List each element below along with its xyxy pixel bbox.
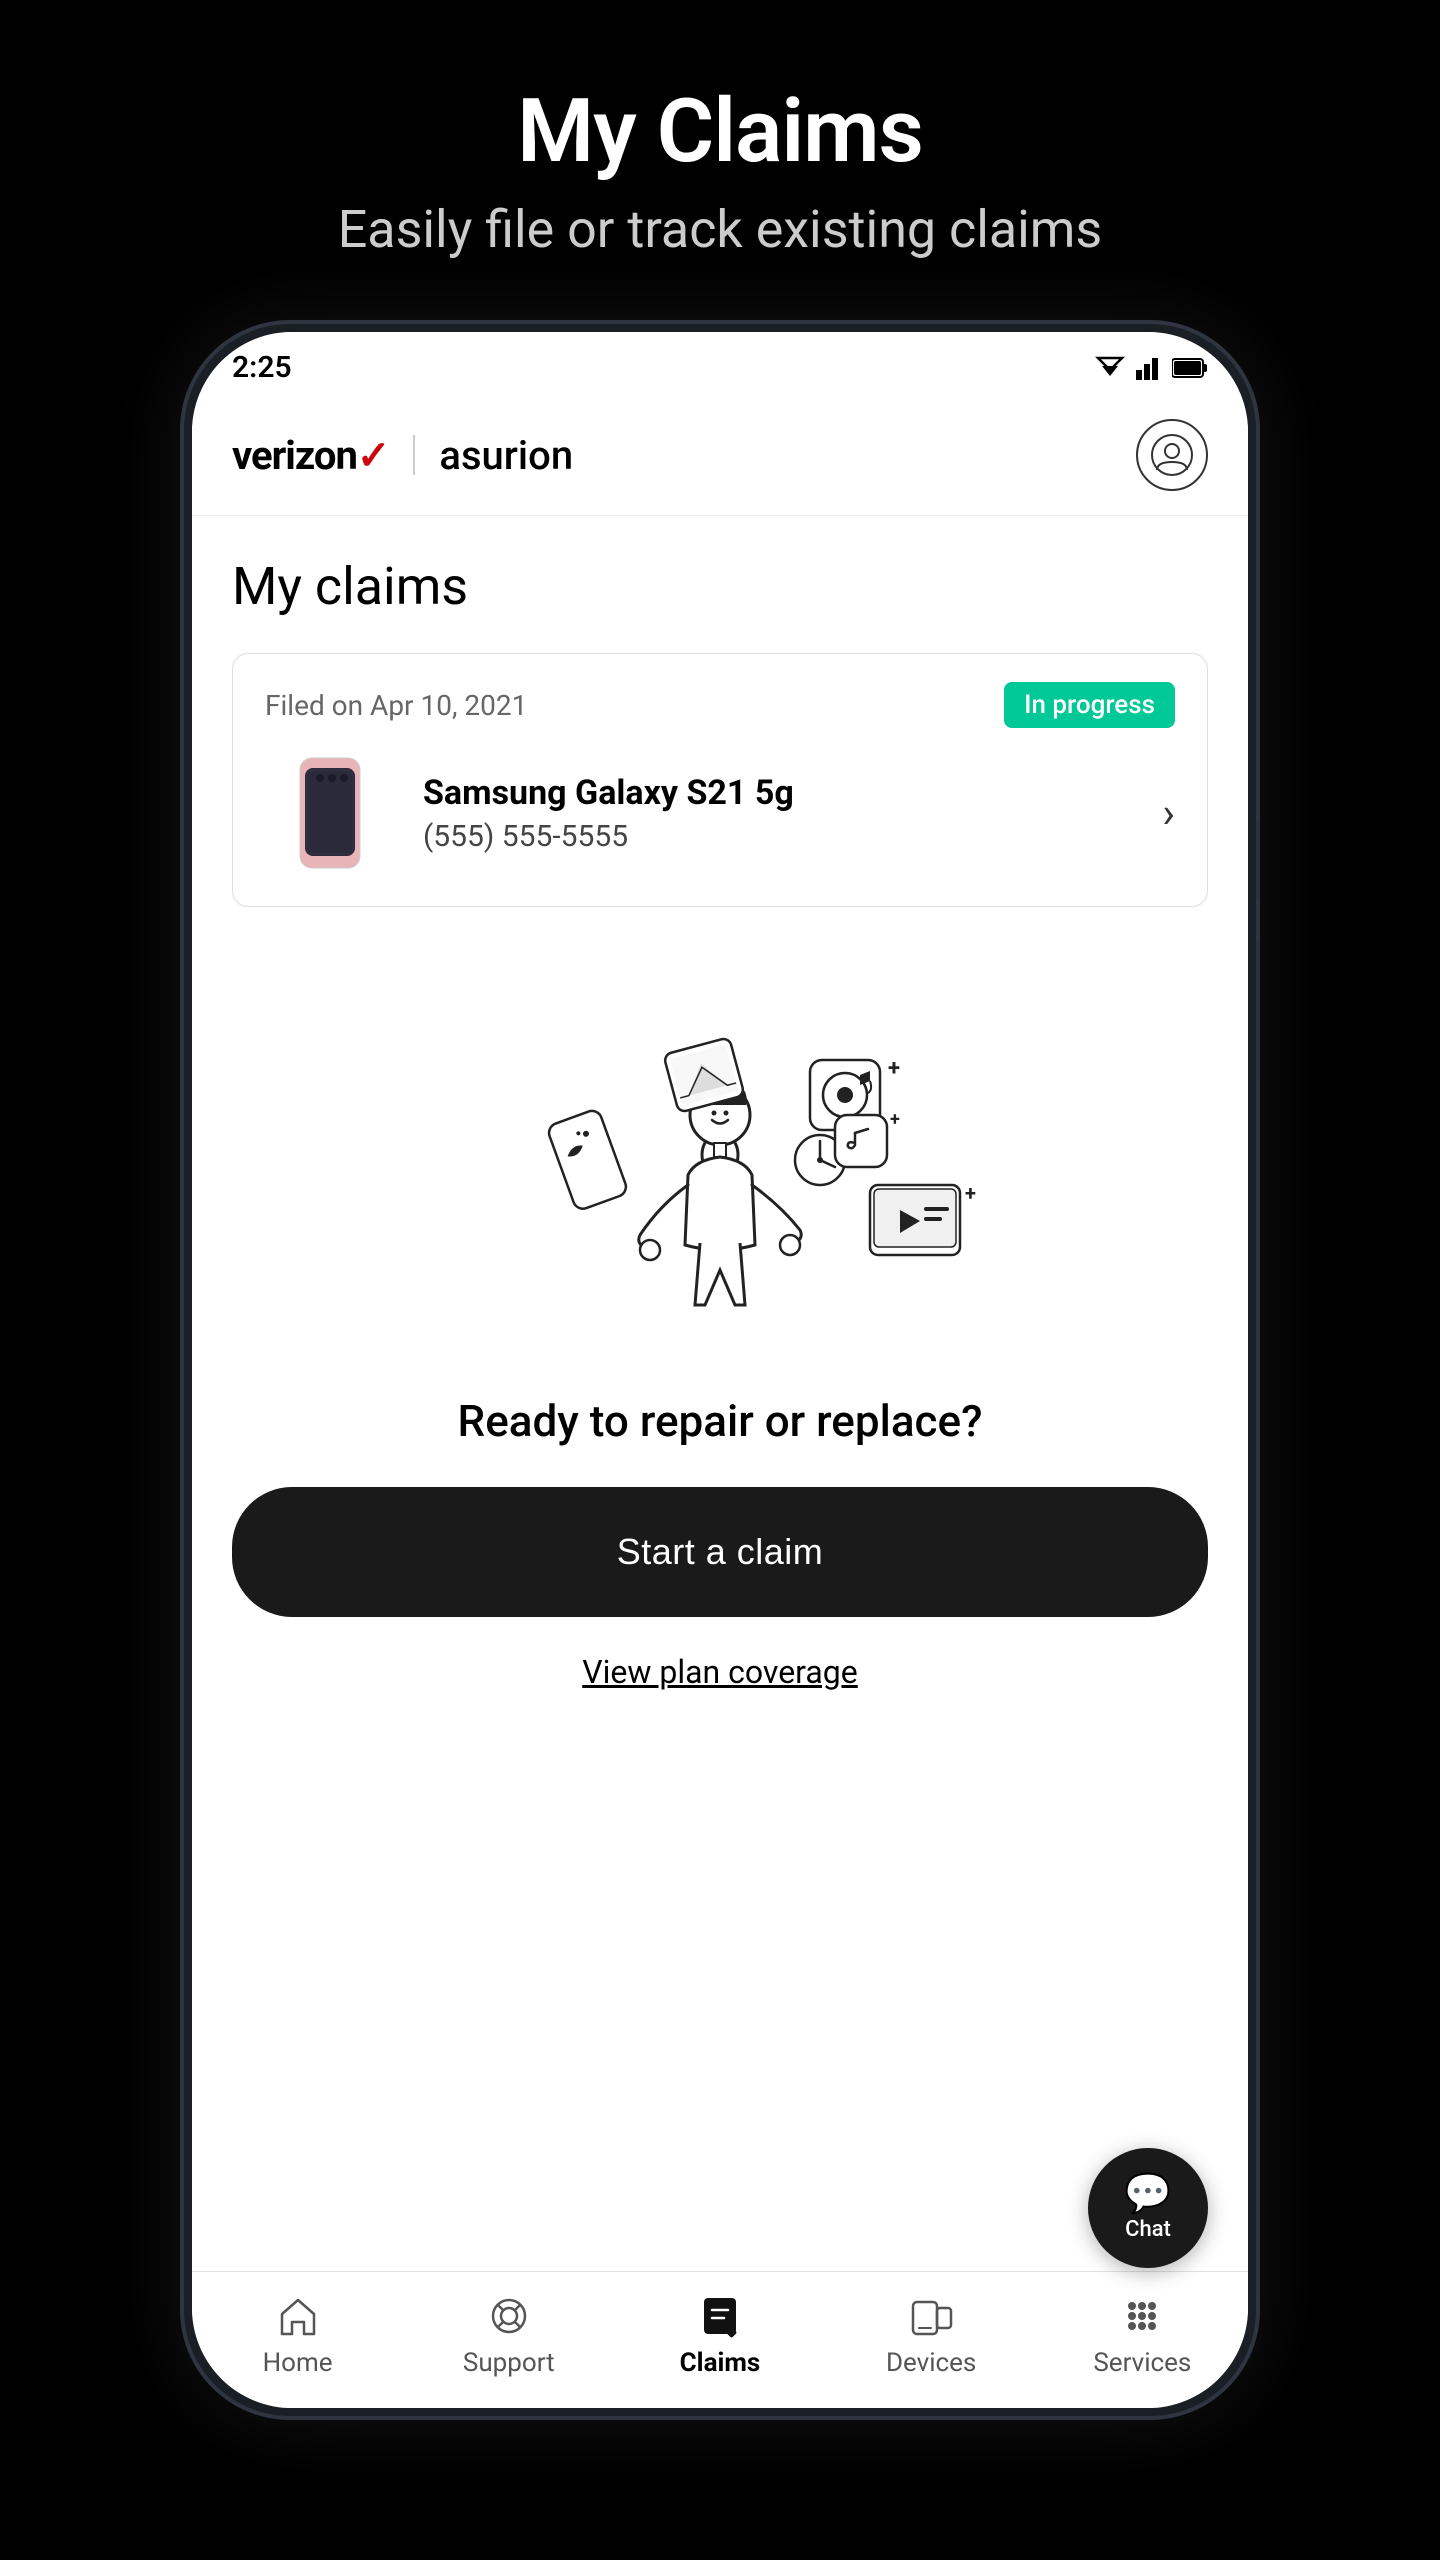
- claim-device-row: Samsung Galaxy S21 5g (555) 555-5555 ›: [265, 748, 1175, 878]
- bottom-nav: Home Support: [192, 2271, 1248, 2408]
- chat-icon: 💬: [1124, 2175, 1171, 2213]
- phone-screen: 2:25: [192, 332, 1248, 2408]
- signal-icon: [1136, 356, 1164, 380]
- page-wrapper: My Claims Easily file or track existing …: [0, 0, 1440, 2560]
- logo-divider: [413, 435, 415, 475]
- section-title: My claims: [232, 556, 1208, 617]
- claims-icon: [696, 2292, 744, 2340]
- chat-fab[interactable]: 💬 Chat: [1088, 2148, 1208, 2268]
- asurion-logo: asurion: [439, 432, 573, 479]
- page-title: My Claims: [338, 80, 1103, 183]
- samsung-phone-svg: [265, 748, 395, 878]
- support-icon: [485, 2292, 533, 2340]
- nav-label-home: Home: [263, 2348, 333, 2378]
- side-button-power: [1256, 940, 1260, 1080]
- services-icon: [1118, 2292, 1166, 2340]
- device-number: (555) 555-5555: [423, 819, 1134, 854]
- nav-item-claims[interactable]: Claims: [650, 2292, 790, 2378]
- devices-icon: [907, 2292, 955, 2340]
- profile-icon: [1151, 434, 1193, 476]
- logo-area: verizon✓ asurion: [232, 432, 573, 479]
- nav-item-home[interactable]: Home: [228, 2292, 368, 2378]
- page-header: My Claims Easily file or track existing …: [338, 0, 1103, 320]
- chat-label: Chat: [1125, 2217, 1171, 2242]
- claim-card[interactable]: Filed on Apr 10, 2021 In progress: [232, 653, 1208, 907]
- nav-item-services[interactable]: Services: [1072, 2292, 1212, 2378]
- filed-date: Filed on Apr 10, 2021: [265, 689, 527, 722]
- svg-text:+: +: [965, 1181, 976, 1205]
- main-content: My claims Filed on Apr 10, 2021 In progr…: [192, 516, 1248, 2271]
- illustration-area: + +: [232, 955, 1208, 1751]
- svg-text:+: +: [888, 1056, 900, 1081]
- nav-label-devices: Devices: [886, 2348, 976, 2378]
- status-icons: [1092, 356, 1208, 380]
- device-image: [265, 748, 395, 878]
- nav-label-support: Support: [463, 2348, 555, 2378]
- verizon-logo: verizon✓: [232, 432, 389, 479]
- status-time: 2:25: [232, 350, 292, 385]
- claim-card-header: Filed on Apr 10, 2021 In progress: [265, 682, 1175, 728]
- nav-label-claims: Claims: [680, 2348, 761, 2378]
- status-bar: 2:25: [192, 332, 1248, 395]
- nav-item-devices[interactable]: Devices: [861, 2292, 1001, 2378]
- device-name: Samsung Galaxy S21 5g: [423, 773, 1134, 813]
- device-info: Samsung Galaxy S21 5g (555) 555-5555: [423, 773, 1134, 854]
- home-icon: [274, 2292, 322, 2340]
- svg-text:+: +: [890, 1109, 900, 1130]
- profile-button[interactable]: [1136, 419, 1208, 491]
- nav-item-support[interactable]: Support: [439, 2292, 579, 2378]
- page-subtitle: Easily file or track existing claims: [338, 199, 1103, 260]
- view-coverage-link[interactable]: View plan coverage: [582, 1653, 857, 1691]
- status-badge: In progress: [1004, 682, 1175, 728]
- nav-label-services: Services: [1093, 2348, 1191, 2378]
- wifi-icon: [1092, 356, 1128, 380]
- phone-shell: 2:25: [180, 320, 1260, 2420]
- app-header: verizon✓ asurion: [192, 395, 1248, 516]
- illustration-svg: + +: [440, 975, 1000, 1375]
- battery-icon: [1172, 356, 1208, 380]
- start-claim-button[interactable]: Start a claim: [232, 1487, 1208, 1617]
- side-button-volume: [1256, 820, 1260, 900]
- cta-text: Ready to repair or replace?: [458, 1395, 983, 1447]
- claim-arrow: ›: [1162, 789, 1175, 838]
